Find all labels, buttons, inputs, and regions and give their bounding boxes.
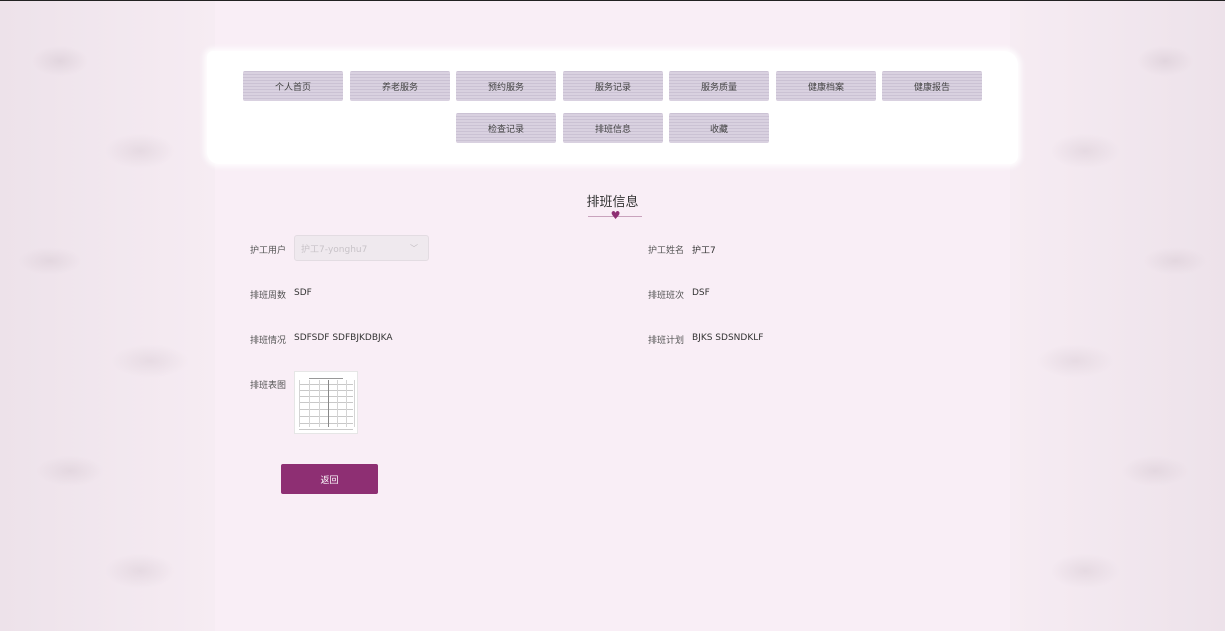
title-ornament: ♥ <box>588 209 642 222</box>
nav-item-home[interactable]: 个人首页 <box>243 71 343 101</box>
nurse-name-value: 护工7 <box>692 246 716 256</box>
schedule-image-thumbnail[interactable] <box>294 371 358 434</box>
chevron-down-icon: ﹀ <box>410 244 418 253</box>
nav-item-health-report[interactable]: 健康报告 <box>882 71 982 101</box>
nav-item-health-file[interactable]: 健康档案 <box>776 71 876 101</box>
back-button[interactable]: 返回 <box>281 464 378 494</box>
nurse-name-label: 护工姓名 <box>648 246 685 256</box>
nav-item-service-quality[interactable]: 服务质量 <box>669 71 769 101</box>
floral-background-right <box>1010 1 1225 631</box>
schedule-status-label: 排班情况 <box>250 336 287 346</box>
schedule-shift-value: DSF <box>692 288 710 298</box>
schedule-image-label: 排班表图 <box>250 381 287 391</box>
nav-item-check-record[interactable]: 检查记录 <box>456 113 556 143</box>
schedule-plan-label: 排班计划 <box>648 336 685 346</box>
schedule-shift-label: 排班班次 <box>648 291 685 301</box>
nav-item-service-record[interactable]: 服务记录 <box>563 71 663 101</box>
nav-item-schedule-info[interactable]: 排班信息 <box>563 113 663 143</box>
nurse-user-value: 护工7-yonghu7 <box>301 244 368 255</box>
heart-icon: ♥ <box>610 209 621 222</box>
page-title: 排班信息 <box>586 195 639 210</box>
nav-panel <box>207 51 1018 164</box>
schedule-status-value: SDFSDF SDFBJKDBJKA <box>294 333 393 343</box>
nurse-user-label: 护工用户 <box>250 246 287 256</box>
floral-background-left <box>0 1 215 631</box>
schedule-weeks-label: 排班周数 <box>250 291 287 301</box>
nav-item-favorites[interactable]: 收藏 <box>669 113 769 143</box>
nav-item-appointment[interactable]: 预约服务 <box>456 71 556 101</box>
nurse-user-select[interactable]: 护工7-yonghu7 ﹀ <box>294 235 429 261</box>
schedule-weeks-value: SDF <box>294 288 312 298</box>
nav-item-elderly-service[interactable]: 养老服务 <box>350 71 450 101</box>
schedule-plan-value: BJKS SDSNDKLF <box>692 333 764 343</box>
